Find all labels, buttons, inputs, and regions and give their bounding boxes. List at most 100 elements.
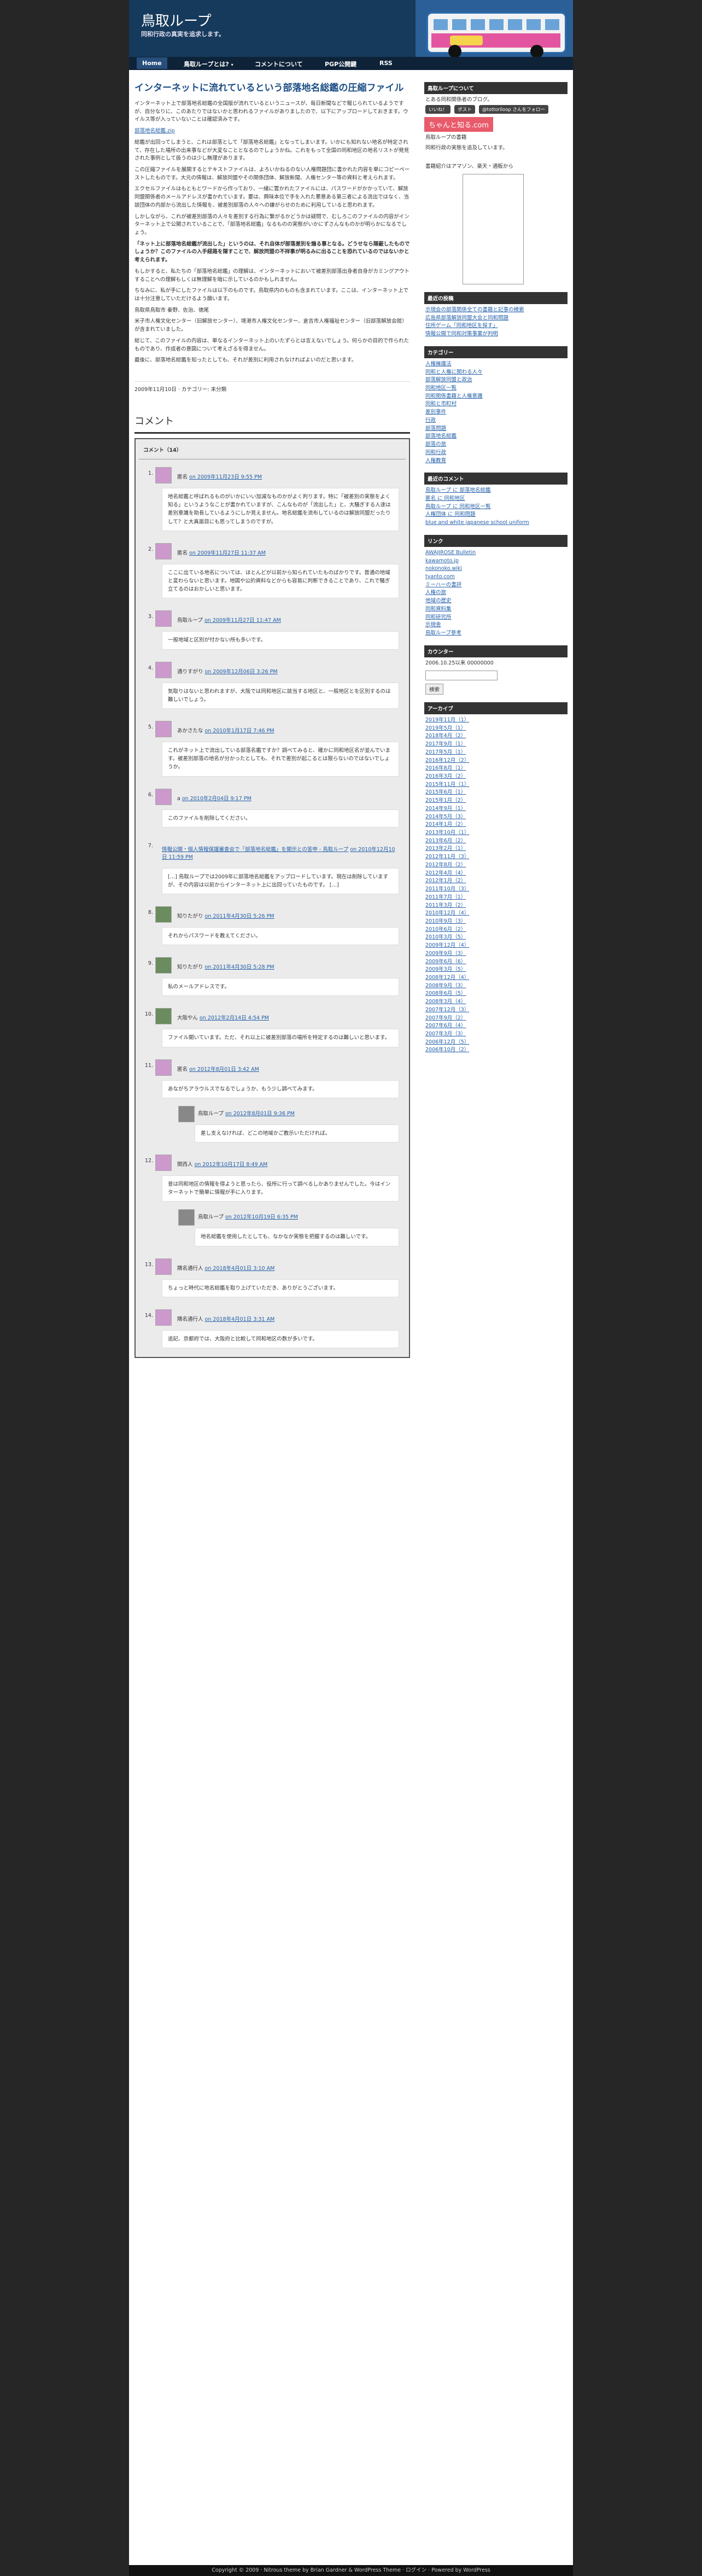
recent-comment-link[interactable]: 鳥取ループ に 同和地区一覧 [425,504,490,510]
archive-link[interactable]: 2017年5月（1） [425,749,466,755]
comment-permalink[interactable]: on 2009年11月23日 9:55 PM [189,474,262,480]
archive-link[interactable]: 2006年10月（2） [425,1047,469,1053]
external-link[interactable]: kawamoto.jp [425,558,459,564]
recent-comment-link[interactable]: 鳥取ループ に 部落地名総鑑 [425,487,490,493]
archive-link[interactable]: 2014年9月（1） [425,806,466,812]
archive-link[interactable]: 2007年9月（2） [425,1015,466,1021]
like-button[interactable]: いいね！ [425,105,451,114]
search-input[interactable] [425,670,498,680]
nav-pgp[interactable]: PGP公開鍵 [325,60,356,68]
ad-box[interactable] [463,174,524,284]
category-link[interactable]: 同和行政 [425,450,446,456]
external-link[interactable]: AWAJIROSE Bulletin [425,550,476,556]
external-link[interactable]: 示現舎 [425,622,441,628]
archive-link[interactable]: 2007年3月（3） [425,1031,466,1037]
category-link[interactable]: 部落地名総鑑 [425,433,457,439]
archive-link[interactable]: 2011年3月（2） [425,902,466,908]
search-button[interactable]: 検索 [425,683,444,695]
recent-post-link[interactable]: 示現会の部落関係全ての書籍と記事の検索 [425,307,524,313]
external-link[interactable]: 人権の旅 [425,590,446,596]
external-link[interactable]: 同和研究所 [425,614,452,620]
pingback-link[interactable]: 情報公開・個人情報保護審査会で「部落地名総鑑」を開示との答申 - 鳥取ループ [162,847,348,853]
archive-link[interactable]: 2010年3月（5） [425,934,466,940]
archive-link[interactable]: 2008年12月（4） [425,975,469,981]
archive-link[interactable]: 2012年1月（2） [425,878,466,884]
archive-link[interactable]: 2014年1月（2） [425,821,466,827]
archive-link[interactable]: 2013年10月（1） [425,830,469,836]
external-link[interactable]: nokonoko.wiki [425,566,462,572]
comment-permalink[interactable]: on 2011年4月30日 5:28 PM [205,964,274,970]
archive-link[interactable]: 2011年7月（1） [425,894,466,900]
archive-link[interactable]: 2010年12月（4） [425,910,469,916]
comment-permalink[interactable]: on 2010年2月04日 9:17 PM [182,796,251,802]
post-attachment-link[interactable]: 部落地名総鑑.zip [134,127,410,136]
archive-link[interactable]: 2009年6月（6） [425,959,466,965]
promo-banner[interactable]: ちゃんと知る.com [424,117,493,132]
recent-post-link[interactable]: 情報公開で同和対策事業が判明 [425,331,498,337]
archive-link[interactable]: 2019年11月（1） [425,717,469,723]
archive-link[interactable]: 2010年6月（2） [425,926,466,933]
archive-link[interactable]: 2006年12月（5） [425,1039,469,1045]
external-link[interactable]: 同和資料集 [425,606,452,612]
comment-permalink[interactable]: on 2018年4月01日 3:10 AM [205,1266,275,1272]
nav-comments-policy[interactable]: コメントについて [255,60,303,68]
category-link[interactable]: 差別事件 [425,409,446,415]
archive-link[interactable]: 2008年6月（5） [425,990,466,996]
recent-comment-link[interactable]: 匿名 に 同和地区 [425,496,465,502]
archive-link[interactable]: 2011年10月（3） [425,886,469,892]
archive-link[interactable]: 2007年12月（3） [425,1007,469,1013]
external-link[interactable]: 地域の歴史 [425,598,452,604]
post-button[interactable]: ポスト [454,105,475,114]
archive-link[interactable]: 2015年6月（1） [425,789,466,795]
archive-link[interactable]: 2019年5月（1） [425,725,466,731]
archive-link[interactable]: 2008年9月（3） [425,983,466,989]
archive-link[interactable]: 2017年9月（1） [425,741,466,747]
category-link[interactable]: 同和関係書籍と人権意識 [425,393,483,399]
archive-link[interactable]: 2015年11月（1） [425,782,469,788]
comment-permalink[interactable]: on 2011年4月30日 5:26 PM [205,913,274,919]
archive-link[interactable]: 2016年8月（1） [425,765,466,771]
archive-link[interactable]: 2018年4月（2） [425,733,466,739]
category-link[interactable]: 部落解放同盟と政治 [425,377,472,383]
attachment-link[interactable]: 部落地名総鑑.zip [134,128,175,134]
category-link[interactable]: 同和と市町村 [425,401,457,407]
external-link[interactable]: ミーハーの書評 [425,582,461,588]
comment-permalink[interactable]: on 2012年8月01日 9:36 PM [225,1111,295,1117]
follow-button[interactable]: @tottoriloop さんをフォロー [478,105,549,114]
category-link[interactable]: 同和と人権に関わる人々 [425,369,483,375]
external-link[interactable]: 鳥取ループ参考 [425,630,461,636]
category-link[interactable]: 部落問題 [425,426,446,432]
comment-permalink[interactable]: on 2009年12月06日 3:26 PM [205,669,278,675]
nav-about[interactable]: 鳥取ループとは? ▾ [184,60,233,68]
recent-comment-link[interactable]: blue and white japanese school uniform [425,520,529,526]
category-link[interactable]: 人権擁護法 [425,361,452,367]
category-link[interactable]: 行政 [425,417,436,423]
archive-link[interactable]: 2012年4月（4） [425,870,466,876]
category-link[interactable]: 人権教育 [425,458,446,464]
comment-permalink[interactable]: on 2012年8月01日 3:42 AM [189,1066,259,1073]
archive-link[interactable]: 2010年9月（3） [425,918,466,924]
category-link[interactable]: 部落の旅 [425,441,446,447]
archive-link[interactable]: 2012年8月（2） [425,862,466,868]
archive-link[interactable]: 2013年6月（2） [425,838,466,844]
archive-link[interactable]: 2012年11月（3） [425,854,469,860]
comment-permalink[interactable]: on 2009年11月27日 11:37 AM [189,550,266,556]
archive-link[interactable]: 2013年2月（1） [425,846,466,852]
nav-rss[interactable]: RSS [379,60,393,67]
recent-post-link[interactable]: 広島県部落解放同盟大会と同和問題 [425,315,508,321]
comment-permalink[interactable]: on 2012年10月17日 8:49 AM [195,1162,268,1168]
comment-permalink[interactable]: on 2018年4月01日 3:31 AM [205,1316,275,1322]
archive-link[interactable]: 2016年3月（2） [425,773,466,779]
comment-permalink[interactable]: on 2012年2月14日 4:54 PM [200,1015,269,1021]
external-link[interactable]: tyanto.com [425,574,455,580]
category-link[interactable]: 同和地区一覧 [425,385,457,391]
recent-post-link[interactable]: 住所ゲーム「同和地区を探す」 [425,323,498,329]
archive-link[interactable]: 2008年3月（4） [425,999,466,1005]
post-title[interactable]: インターネットに流れているという部落地名総鑑の圧縮ファイル [134,82,410,95]
archive-link[interactable]: 2016年12月（2） [425,757,469,764]
nav-home[interactable]: Home [137,57,167,69]
archive-link[interactable]: 2014年5月（3） [425,814,466,820]
recent-comment-link[interactable]: 人権団体 に 同和問題 [425,511,476,517]
archive-link[interactable]: 2009年9月（3） [425,951,466,957]
comment-permalink[interactable]: on 2012年10月19日 6:35 PM [225,1214,298,1220]
